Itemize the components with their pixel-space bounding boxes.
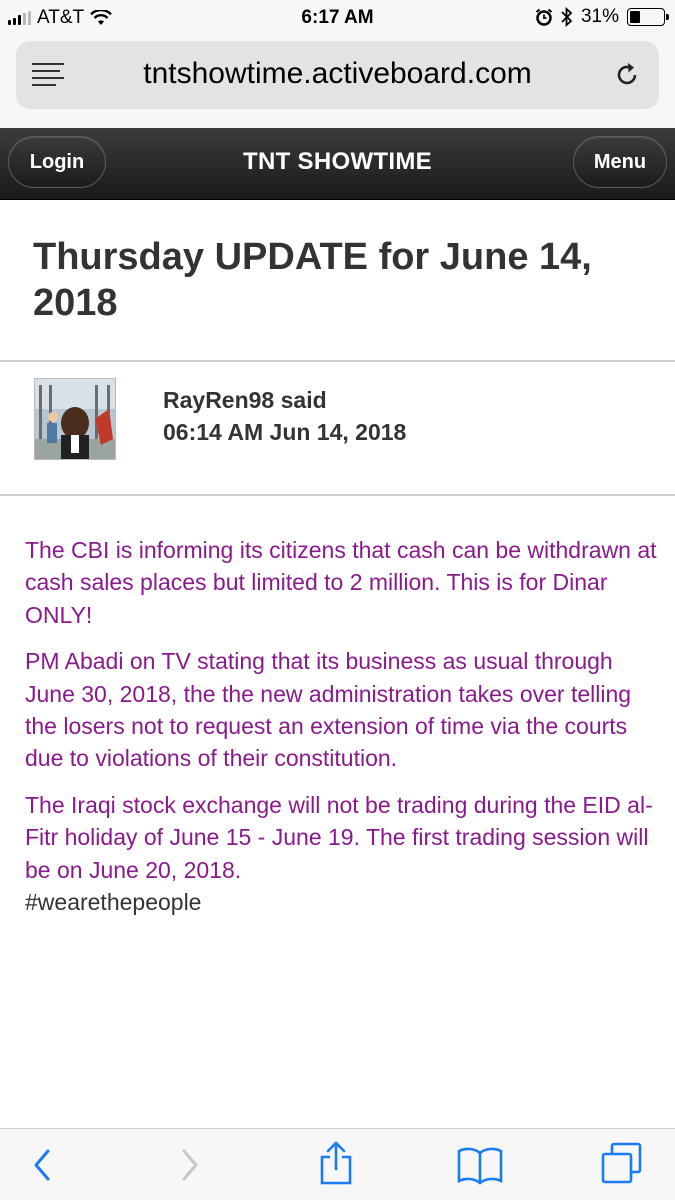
post-timestamp: 06:14 AM Jun 14, 2018 xyxy=(163,419,407,445)
menu-button[interactable]: Menu xyxy=(573,136,667,188)
avatar[interactable] xyxy=(34,378,116,460)
bookmarks-icon[interactable] xyxy=(456,1145,504,1185)
status-right: 31% xyxy=(535,6,669,28)
browser-toolbar xyxy=(0,1128,675,1200)
post-meta: RayRen98 said 06:14 AM Jun 14, 2018 xyxy=(163,384,406,448)
divider xyxy=(0,494,675,496)
post-paragraph: The CBI is informing its citizens that c… xyxy=(25,537,657,628)
bluetooth-icon xyxy=(561,7,573,27)
browser-url-area: tntshowtime.activeboard.com xyxy=(0,36,675,128)
share-icon[interactable] xyxy=(316,1139,356,1187)
tabs-icon[interactable] xyxy=(600,1141,644,1185)
divider xyxy=(0,360,675,362)
reader-menu-icon[interactable] xyxy=(32,63,64,86)
author-line[interactable]: RayRen98 said xyxy=(163,384,406,416)
battery-percent: 31% xyxy=(580,6,619,27)
forward-icon[interactable] xyxy=(178,1145,202,1185)
page-title: Thursday UPDATE for June 14, 2018 xyxy=(33,236,592,324)
address-bar[interactable]: tntshowtime.activeboard.com xyxy=(16,41,659,109)
alarm-icon xyxy=(535,8,553,26)
hashtag: #wearethepeople xyxy=(25,889,202,916)
post-body: The CBI is informing its citizens that c… xyxy=(25,534,657,918)
url-text[interactable]: tntshowtime.activeboard.com xyxy=(76,57,599,91)
reload-icon[interactable] xyxy=(613,61,641,89)
post-paragraph: PM Abadi on TV stating that its business… xyxy=(25,648,632,772)
status-bar: AT&T 6:17 AM 31% xyxy=(0,0,675,36)
back-icon[interactable] xyxy=(30,1145,54,1185)
site-header: Login TNT SHOWTIME Menu xyxy=(0,128,675,200)
post-paragraph: The Iraqi stock exchange will not be tra… xyxy=(25,791,653,883)
battery-icon xyxy=(627,8,669,26)
